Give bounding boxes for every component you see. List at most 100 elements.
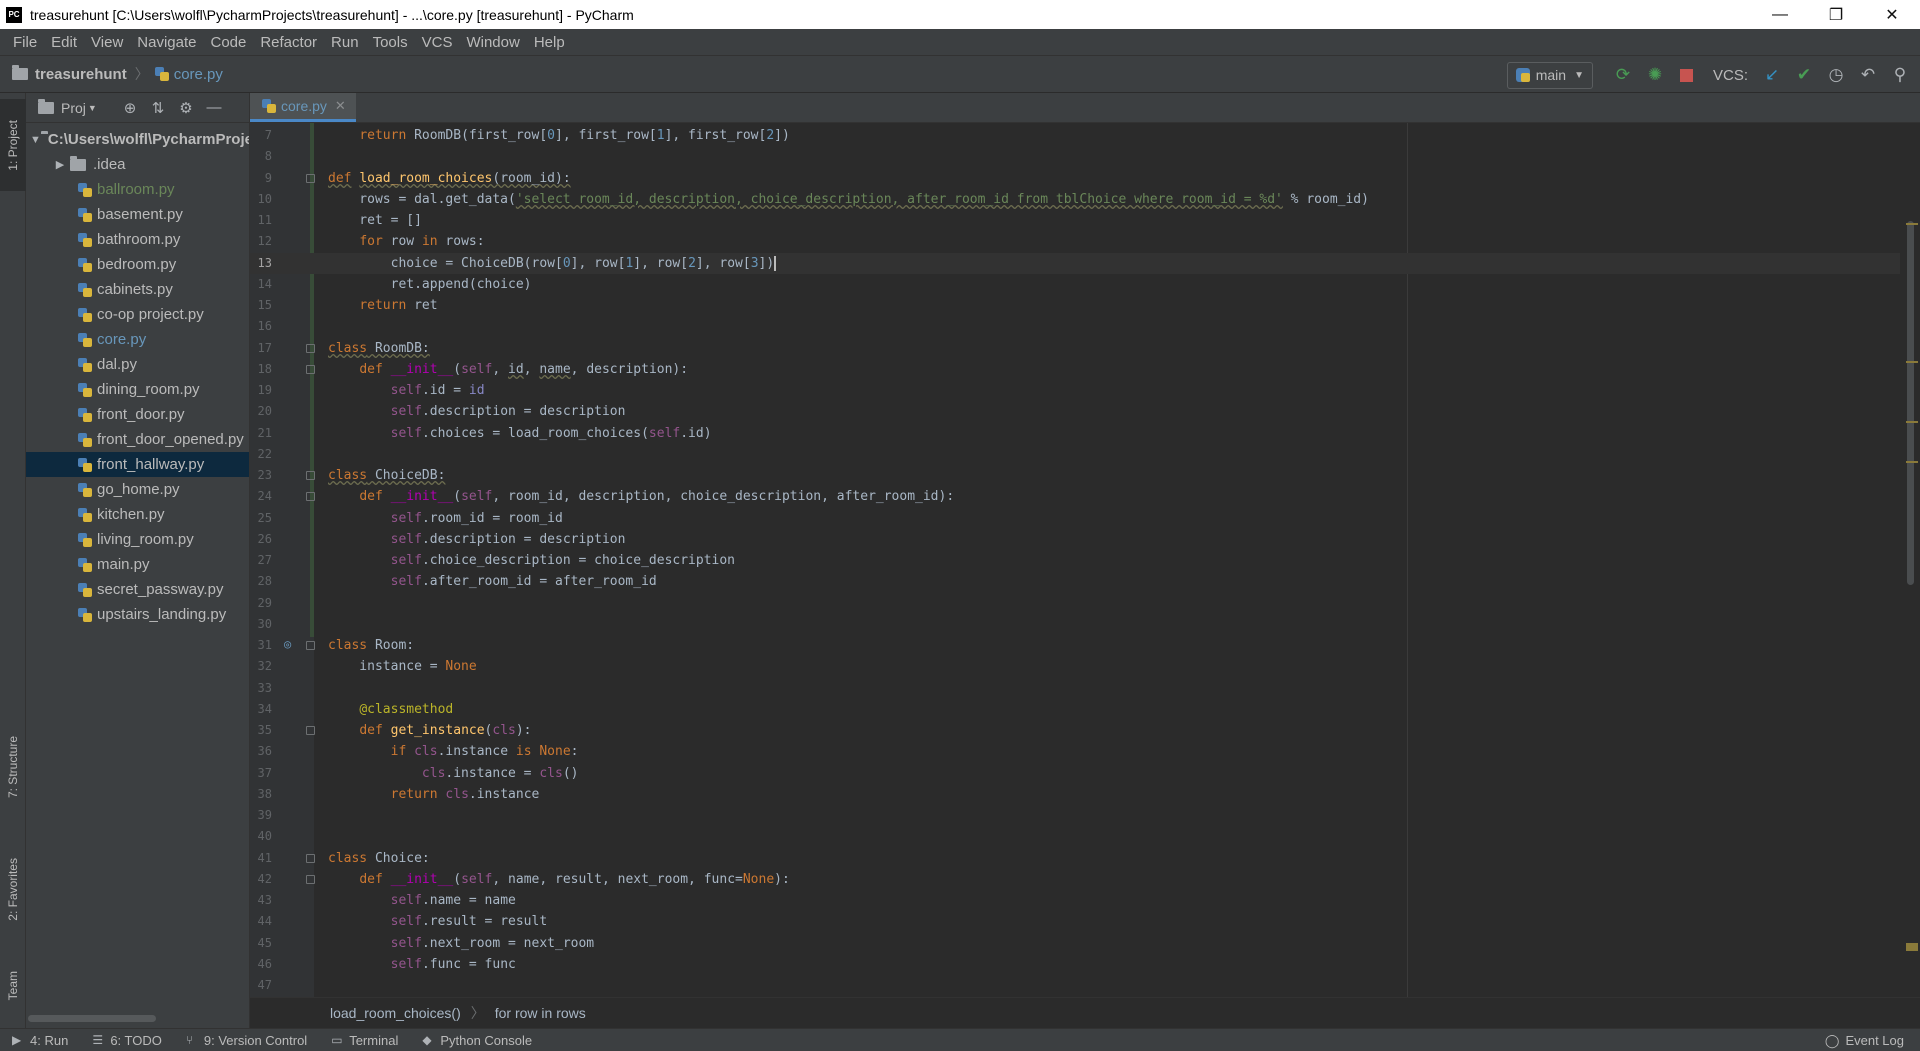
python-file-icon (78, 507, 92, 522)
fold-marker-icon[interactable] (306, 471, 315, 480)
fold-marker-icon[interactable] (306, 875, 315, 884)
tree-file-item-selected[interactable]: front_hallway.py (26, 452, 249, 477)
menu-tools[interactable]: Tools (366, 34, 415, 51)
tree-file-item[interactable]: front_door_opened.py (26, 427, 249, 452)
gear-icon[interactable]: ⚙ (172, 93, 200, 123)
tree-file-item[interactable]: dining_room.py (26, 377, 249, 402)
tree-file-item[interactable]: secret_passway.py (26, 577, 249, 602)
line-number: 13 (257, 256, 272, 270)
breadcrumb-loop[interactable]: for row in rows (495, 1005, 586, 1021)
history-icon[interactable]: ◷ (1820, 59, 1852, 91)
override-marker-icon[interactable]: ◎ (284, 637, 291, 651)
tab-favorites[interactable]: 2: Favorites (0, 843, 26, 935)
revert-icon[interactable]: ↶ (1852, 59, 1884, 91)
line-number: 33 (257, 681, 272, 695)
editor-vertical-scrollbar[interactable] (1907, 221, 1914, 585)
menu-run[interactable]: Run (324, 34, 366, 51)
fold-marker-icon[interactable] (306, 641, 315, 650)
menu-window[interactable]: Window (459, 34, 526, 51)
restore-button[interactable]: ❐ (1808, 0, 1864, 29)
warning-stripe-marker[interactable] (1906, 943, 1918, 951)
breadcrumb-function[interactable]: load_room_choices() (330, 1005, 461, 1021)
tool-tab-terminal[interactable]: ▭ Terminal (319, 1033, 410, 1048)
line-number: 44 (257, 914, 272, 928)
tool-tab-version-control[interactable]: ⑂ 9: Version Control (174, 1033, 319, 1048)
code-line: 17 class RoomDB: (250, 338, 1900, 359)
title-bar: PC treasurehunt [C:\Users\wolfl\PycharmP… (0, 0, 1920, 29)
nav-project-crumb[interactable]: treasurehunt (0, 65, 127, 83)
menu-code[interactable]: Code (203, 34, 253, 51)
folder-icon (70, 155, 86, 171)
fold-marker-icon[interactable] (306, 854, 315, 863)
tree-file-item[interactable]: dal.py (26, 352, 249, 377)
tree-file-item[interactable]: living_room.py (26, 527, 249, 552)
menu-file[interactable]: File (6, 34, 44, 51)
run-icon: ▶ (12, 1033, 22, 1047)
menu-navigate[interactable]: Navigate (130, 34, 203, 51)
tree-file-item[interactable]: go_home.py (26, 477, 249, 502)
project-view-dropdown[interactable]: Proj ▼ (26, 98, 116, 116)
tree-file-item[interactable]: front_door.py (26, 402, 249, 427)
event-log-label: Event Log (1845, 1033, 1904, 1048)
warning-stripe-marker[interactable] (1906, 461, 1918, 463)
search-icon[interactable]: ⚲ (1884, 59, 1916, 91)
python-file-icon (78, 407, 92, 422)
fold-marker-icon[interactable] (306, 492, 315, 501)
stop-icon[interactable] (1671, 59, 1703, 91)
code-editor[interactable]: 7 return RoomDB(first_row[0], first_row[… (250, 123, 1920, 997)
vcs-update-icon[interactable]: ↙ (1756, 59, 1788, 91)
tab-structure[interactable]: 7: Structure (0, 721, 26, 813)
fold-marker-icon[interactable] (306, 344, 315, 353)
tree-file-item[interactable]: basement.py (26, 202, 249, 227)
tree-folder-idea[interactable]: ▶ .idea (26, 152, 249, 177)
tab-project[interactable]: 1: Project (0, 99, 26, 191)
nav-file-crumb[interactable]: core.py (149, 66, 223, 83)
code-line: 46 self.func = func (250, 954, 1900, 975)
locate-target-icon[interactable]: ⊕ (116, 93, 144, 123)
tree-file-item[interactable]: bedroom.py (26, 252, 249, 277)
hide-panel-icon[interactable]: — (200, 93, 228, 123)
vcs-commit-icon[interactable]: ✔ (1788, 59, 1820, 91)
menu-help[interactable]: Help (527, 34, 572, 51)
menu-vcs[interactable]: VCS (415, 34, 460, 51)
error-stripe-marker[interactable] (1906, 223, 1918, 225)
close-icon[interactable]: ✕ (335, 98, 346, 114)
project-tree: ▼ C:\Users\wolfl\PycharmProjects\treasur… (26, 123, 249, 627)
fold-marker-icon[interactable] (306, 174, 315, 183)
fold-marker-icon[interactable] (306, 365, 315, 374)
tab-team[interactable]: Team (0, 951, 26, 1021)
horizontal-scrollbar[interactable] (28, 1015, 156, 1022)
rerun-icon[interactable]: ⟳ (1607, 59, 1639, 91)
menu-refactor[interactable]: Refactor (253, 34, 324, 51)
tool-tab-run[interactable]: ▶ 4: Run (0, 1033, 80, 1048)
tree-file-item[interactable]: co-op project.py (26, 302, 249, 327)
tree-file-item[interactable]: main.py (26, 552, 249, 577)
line-number: 40 (257, 829, 272, 843)
warning-stripe-marker[interactable] (1906, 421, 1918, 423)
tree-root-folder[interactable]: ▼ C:\Users\wolfl\PycharmProjects\treasur… (26, 127, 249, 152)
tree-file-label: ballroom.py (97, 181, 175, 198)
tool-tab-todo[interactable]: ☰ 6: TODO (80, 1033, 174, 1048)
event-log-button[interactable]: ◯ Event Log (1825, 1029, 1920, 1051)
line-number: 23 (257, 468, 272, 482)
warning-stripe-marker[interactable] (1906, 361, 1918, 363)
minimize-button[interactable]: — (1752, 0, 1808, 29)
collapse-all-icon[interactable]: ⇅ (144, 93, 172, 123)
tree-file-item[interactable]: upstairs_landing.py (26, 602, 249, 627)
tree-file-item[interactable]: kitchen.py (26, 502, 249, 527)
tree-file-item[interactable]: ballroom.py (26, 177, 249, 202)
tree-file-label: main.py (97, 556, 150, 573)
menu-view[interactable]: View (84, 34, 130, 51)
tree-file-item[interactable]: cabinets.py (26, 277, 249, 302)
tree-file-item[interactable]: core.py (26, 327, 249, 352)
close-window-button[interactable]: ✕ (1864, 0, 1920, 29)
tree-file-label: bedroom.py (97, 256, 177, 273)
editor-tab-core[interactable]: core.py ✕ (250, 93, 356, 122)
menu-edit[interactable]: Edit (44, 34, 84, 51)
tool-tab-python-console[interactable]: ◆ Python Console (410, 1033, 544, 1048)
debug-icon[interactable]: ✺ (1639, 59, 1671, 91)
run-config-dropdown[interactable]: main ▼ (1506, 61, 1593, 89)
tree-file-item[interactable]: bathroom.py (26, 227, 249, 252)
code-line: 25 self.room_id = room_id (250, 508, 1900, 529)
fold-marker-icon[interactable] (306, 726, 315, 735)
